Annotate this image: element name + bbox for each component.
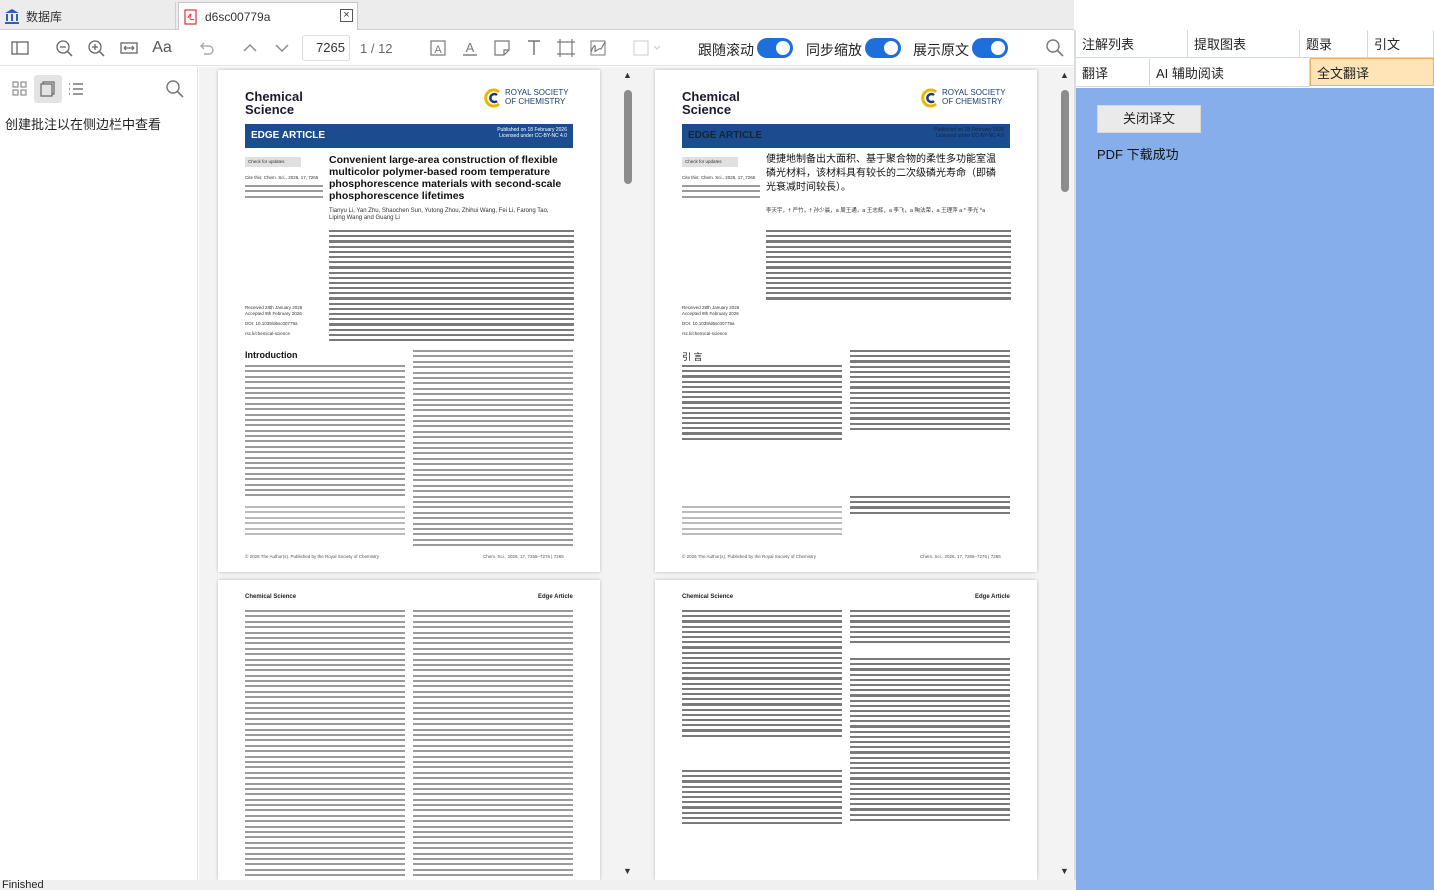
tab-bibliography[interactable]: 题录 (1300, 30, 1368, 58)
undo-icon[interactable] (194, 36, 218, 60)
close-translation-button[interactable]: 关闭译文 (1097, 105, 1201, 133)
translated-intro-heading: 引 言 (682, 352, 703, 362)
status-bar: Finished (0, 880, 1076, 890)
tab-database-label: 数据库 (26, 9, 63, 24)
follow-scroll-label: 跟随滚动 (698, 42, 754, 58)
tab-translate[interactable]: 翻译 (1076, 59, 1150, 87)
article-title: Convenient large-area construction of fl… (329, 154, 562, 202)
original-page-2: Chemical Science Edge Article (218, 580, 600, 880)
previous-page-icon[interactable] (238, 36, 262, 60)
svg-text:A: A (434, 44, 442, 56)
sync-zoom-toggle[interactable] (865, 38, 901, 58)
article-type-banner: EDGE ARTICLE Published on 18 February 20… (682, 124, 1010, 148)
rsc-logo: ROYAL SOCIETY OF CHEMISTRY (920, 88, 1006, 108)
show-original-label: 展示原文 (913, 42, 969, 58)
follow-scroll-toggle[interactable] (757, 38, 793, 58)
article-authors: Tianyu Li, Yan Zhu, Shaochen Sun, Yutong… (329, 208, 549, 221)
original-scrollbar[interactable]: ▲ ▼ (622, 70, 634, 876)
right-panel: 注解列表 提取图表 题录 引文 翻译 AI 辅助阅读 全文翻译 关闭译文 PDF… (1076, 30, 1434, 890)
sync-zoom-label: 同步缩放 (806, 42, 862, 58)
close-tab-icon[interactable]: × (340, 9, 353, 22)
right-panel-tabs: 注解列表 提取图表 题录 引文 翻译 AI 辅助阅读 全文翻译 (1076, 30, 1434, 88)
pdf-file-icon (183, 8, 199, 25)
translated-page-1: Chemical Science ROYAL SOCIETY OF CHEMISTR… (655, 70, 1037, 572)
text-underline-icon[interactable]: A (458, 36, 482, 60)
page-number-input[interactable]: 7265 (302, 35, 350, 61)
sidebar-toggle-icon[interactable] (8, 36, 32, 60)
tab-citation[interactable]: 引文 (1368, 30, 1434, 58)
text-tool-icon[interactable] (522, 36, 546, 60)
show-original-toggle[interactable] (972, 38, 1008, 58)
scroll-down-icon[interactable]: ▼ (1060, 866, 1069, 876)
journal-logo: Chemical Science (682, 89, 740, 117)
original-page-1: Chemical Science ROYAL SOCIETY OF CHEMISTR… (218, 70, 600, 572)
translated-title: 便捷地制备出大面积、基于聚合物的柔性多功能室温磷光材料，该材料具有较长的二次级磷… (766, 154, 996, 193)
fit-width-icon[interactable] (117, 36, 141, 60)
outline-list-icon[interactable] (64, 77, 88, 101)
signature-icon[interactable] (586, 36, 610, 60)
rsc-logo: ROYAL SOCIETY OF CHEMISTRY (483, 88, 569, 108)
toolbar: Aa 7265 1 / 12 A A 跟随滚动 同步缩放 展示原文 (0, 30, 1074, 66)
tab-database[interactable]: 数据库 (0, 2, 176, 30)
tab-full-translation[interactable]: 全文翻译 (1310, 58, 1434, 86)
download-status: PDF 下载成功 (1097, 147, 1179, 162)
tab-ai-reading[interactable]: AI 辅助阅读 (1150, 59, 1310, 87)
page-total: 1 / 12 (360, 41, 393, 56)
journal-logo: Chemical Science (245, 89, 303, 117)
thumbnail-grid-icon[interactable] (8, 77, 32, 101)
scroll-up-icon[interactable]: ▲ (623, 70, 632, 80)
translated-page-2: Chemical Science Edge Article (655, 580, 1037, 880)
tab-document[interactable]: d6sc00779a × (178, 2, 358, 30)
sticky-note-icon[interactable] (490, 36, 514, 60)
zoom-in-icon[interactable] (84, 36, 108, 60)
library-icon (4, 8, 20, 24)
original-scroll-thumb[interactable] (624, 90, 632, 184)
area-select-icon[interactable] (554, 36, 578, 60)
annotations-tab-icon[interactable] (34, 75, 62, 103)
tab-document-label: d6sc00779a (205, 9, 271, 24)
annotation-sidebar: 创建批注以在侧边栏中查看 (0, 67, 198, 880)
check-updates[interactable]: Check for updates (245, 157, 301, 167)
check-updates[interactable]: Check for updates (682, 157, 738, 167)
sidebar-search-icon[interactable] (163, 77, 187, 101)
search-icon[interactable] (1043, 36, 1067, 60)
scroll-down-icon[interactable]: ▼ (623, 866, 632, 876)
scroll-up-icon[interactable]: ▲ (1060, 70, 1069, 80)
translated-authors: 李天宇，† 严竹，† 孙少晨，a 周王通，a 王志辉，a 李飞，a 陶法荣，a … (766, 208, 986, 214)
article-type-banner: EDGE ARTICLE Published on 18 February 20… (245, 124, 573, 148)
tab-extract-figures[interactable]: 提取图表 (1188, 30, 1300, 58)
annotation-hint: 创建批注以在侧边栏中查看 (5, 117, 162, 132)
svg-text:A: A (466, 40, 475, 55)
intro-heading: Introduction (245, 350, 298, 360)
translated-scroll-thumb[interactable] (1061, 90, 1069, 192)
next-page-icon[interactable] (270, 36, 294, 60)
color-picker-icon[interactable] (632, 36, 664, 60)
translated-scrollbar[interactable]: ▲ ▼ (1059, 70, 1071, 876)
tab-annotation-list[interactable]: 注解列表 (1076, 30, 1188, 58)
font-size-icon[interactable]: Aa (148, 36, 176, 60)
tab-bar: 数据库 d6sc00779a × (0, 0, 1074, 30)
zoom-out-icon[interactable] (52, 36, 76, 60)
pdf-viewer[interactable]: Chemical Science ROYAL SOCIETY OF CHEMISTR… (199, 67, 1074, 880)
text-box-icon[interactable]: A (426, 36, 450, 60)
